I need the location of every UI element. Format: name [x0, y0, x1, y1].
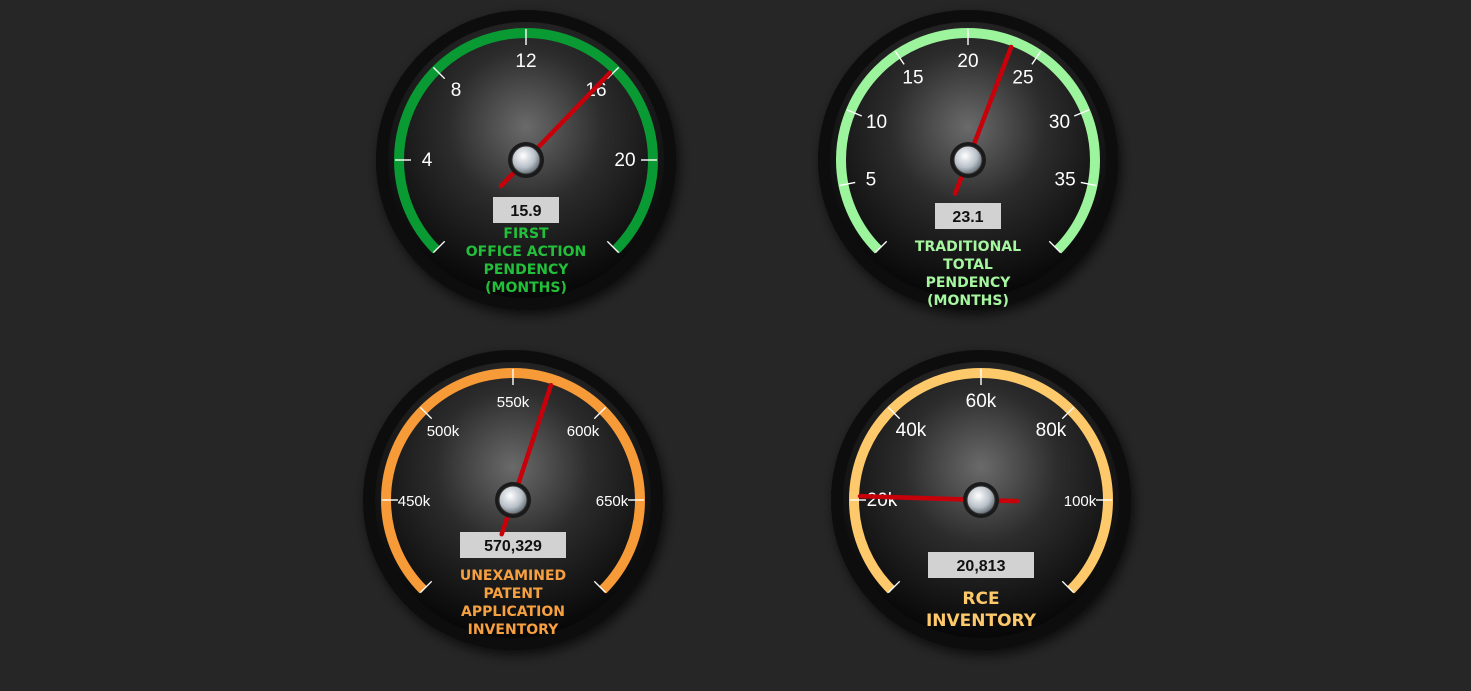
gauge-value: 15.9 [510, 203, 541, 220]
gauge-caption-line: INVENTORY [468, 622, 560, 638]
gauge-caption-line: PATENT [483, 586, 543, 602]
gauge-traditional-total-pendency: 5 10 15 20 25 30 35 23.1 TRADITIONAL TOTAL PENDENC… [813, 5, 1123, 315]
gauge-svg: 5 10 15 20 25 30 35 23.1 TRADITIONAL TOTAL PENDENC… [818, 10, 1118, 310]
gauge-tick-label: 35 [1055, 169, 1076, 190]
gauge-svg: 4812162015.9FIRSTOFFICE ACTIONPENDENCY(M… [376, 10, 676, 310]
gauge-caption-line: OFFICE ACTION [466, 244, 586, 260]
gauge-caption-line: RCE [962, 589, 999, 609]
gauge-caption-line: INVENTORY [926, 611, 1037, 631]
gauge-caption-line: PENDENCY [926, 275, 1012, 291]
gauge-tick-label: 10 [866, 112, 887, 133]
gauge-caption-line: (MONTHS) [927, 293, 1009, 309]
gauge-svg: 20k 40k 60k 80k 100k 20,813 RCEINVENTORY [831, 350, 1131, 650]
gauge-caption-line: UNEXAMINED [460, 568, 566, 584]
gauge-svg: 450k 500k 550k 600k 650k 570,329 UNEXAMINED PAT… [363, 350, 663, 650]
gauge-tick-label: 650k [596, 493, 629, 510]
gauge-tick-label: 40k [896, 420, 927, 441]
gauge-caption-line: PENDENCY [484, 262, 570, 278]
gauge-value: 23.1 [952, 209, 983, 226]
gauge-tick-label: 8 [451, 80, 462, 101]
gauge-unexamined-inventory: 450k 500k 550k 600k 650k 570,329 UNEXAMINED PAT… [358, 345, 668, 655]
gauge-first-office-action-pendency: 4 8 12 16 20 15.9 FIRST OFFICE ACTION PENDENCY (M… [371, 5, 681, 315]
gauge-tick-label: 450k [398, 493, 431, 510]
gauge-tick-label: 500k [427, 423, 460, 440]
gauge-rce-inventory: 20k 40k 60k 80k 100k 20,813 RCE INVENTORY [826, 345, 1136, 655]
gauge-tick-label: 20k [867, 490, 898, 511]
gauge-caption-line: APPLICATION [461, 604, 565, 620]
gauge-caption-line: TOTAL [943, 257, 993, 273]
gauge-value: 570,329 [484, 538, 542, 555]
gauge-tick-label: 30 [1049, 112, 1070, 133]
gauge-tick-label: 15 [902, 68, 923, 89]
gauge-caption-line: TRADITIONAL [915, 239, 1021, 255]
gauge-hub [511, 145, 541, 175]
gauge-hub [953, 145, 983, 175]
gauge-caption-line: (MONTHS) [485, 280, 567, 296]
gauge-tick-label: 600k [567, 423, 600, 440]
gauge-tick-label: 20 [957, 51, 978, 72]
gauge-tick-label: 100k [1064, 493, 1097, 510]
gauge-tick-label: 12 [515, 51, 536, 72]
gauge-hub [966, 485, 996, 515]
gauge-hub [498, 485, 528, 515]
gauge-tick-label: 25 [1012, 68, 1033, 89]
gauge-tick-label: 60k [966, 391, 997, 412]
dashboard: 4 8 12 16 20 15.9 FIRST OFFICE ACTION PENDENCY (M… [0, 0, 1471, 691]
gauge-caption-line: FIRST [503, 226, 549, 242]
gauge-tick-label: 550k [497, 394, 530, 411]
gauge-tick-label: 4 [422, 150, 433, 171]
gauge-tick-label: 5 [866, 169, 877, 190]
gauge-tick-label: 80k [1036, 420, 1067, 441]
gauge-value: 20,813 [957, 558, 1006, 575]
gauge-tick-label: 20 [614, 150, 635, 171]
